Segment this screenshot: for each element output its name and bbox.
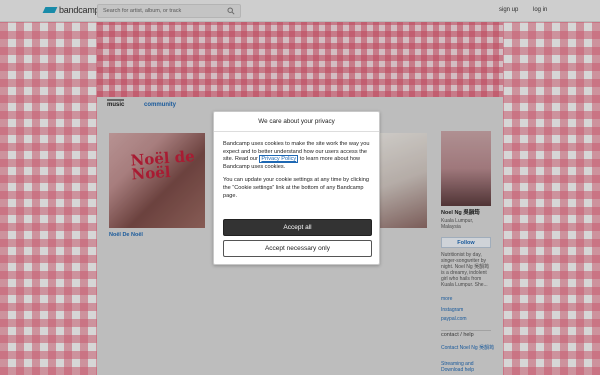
dialog-title: We care about your privacy: [214, 112, 379, 132]
accept-all-button[interactable]: Accept all: [223, 219, 372, 236]
cookie-text-2: You can update your cookie settings at a…: [223, 177, 369, 199]
cookie-consent-dialog: We care about your privacy Bandcamp uses…: [213, 111, 380, 265]
cookie-text-1: Bandcamp uses cookies to make the site w…: [223, 141, 375, 171]
privacy-policy-link[interactable]: Privacy Policy: [259, 155, 299, 164]
accept-necessary-button[interactable]: Accept necessary only: [223, 240, 372, 257]
dialog-body: Bandcamp uses cookies to make the site w…: [223, 141, 375, 206]
